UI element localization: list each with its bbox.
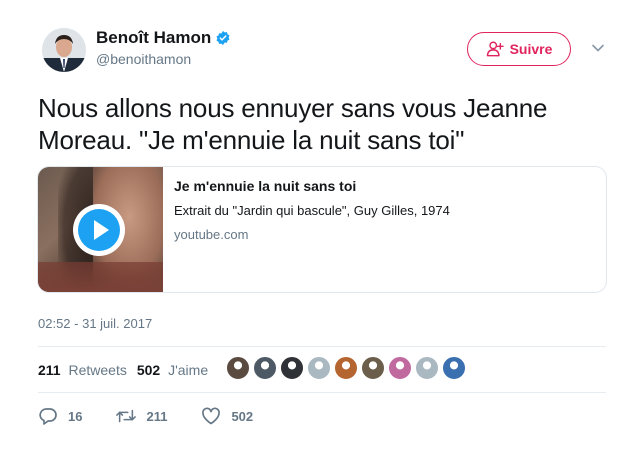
liker-avatar[interactable] (442, 356, 466, 380)
card-domain: youtube.com (174, 227, 249, 242)
tweet-text: Nous allons nous ennuyer sans vous Jeann… (38, 93, 548, 155)
play-icon[interactable] (71, 202, 127, 258)
card-thumbnail[interactable] (38, 167, 163, 292)
tweet-actions: 16 211 502 (38, 402, 287, 430)
author-avatar[interactable] (42, 28, 86, 72)
liker-avatar[interactable] (415, 356, 439, 380)
follow-person-icon (486, 41, 504, 57)
tweet-header: Benoît Hamon @benoithamon Suivre (40, 24, 614, 80)
retweets-count: 211 (38, 362, 61, 378)
author-name-row: Benoît Hamon (96, 28, 231, 48)
like-action[interactable]: 502 (201, 407, 253, 425)
follow-button-label: Suivre (509, 41, 553, 57)
likes-stat[interactable]: 502 J'aime (137, 362, 208, 378)
retweets-stat[interactable]: 211 Retweets (38, 362, 127, 378)
liker-avatar[interactable] (253, 356, 277, 380)
retweet-count: 211 (146, 408, 168, 424)
link-card[interactable]: Je m'ennuie la nuit sans toi Extrait du … (37, 166, 607, 293)
reply-icon (39, 408, 57, 425)
card-title: Je m'ennuie la nuit sans toi (174, 178, 357, 194)
liker-avatar[interactable] (307, 356, 331, 380)
liker-avatar[interactable] (388, 356, 412, 380)
thumbnail-bottom-shape (38, 262, 163, 292)
card-body: Je m'ennuie la nuit sans toi Extrait du … (174, 178, 594, 242)
likes-count: 502 (136, 362, 161, 378)
author-display-name[interactable]: Benoît Hamon (96, 28, 211, 48)
verified-badge-icon (216, 31, 230, 45)
liker-avatars (226, 356, 466, 380)
likes-label: J'aime (168, 362, 209, 378)
retweets-label: Retweets (68, 362, 127, 378)
like-icon (202, 407, 221, 425)
follow-button[interactable]: Suivre (467, 32, 571, 66)
reply-action[interactable]: 16 (38, 407, 82, 425)
retweet-action[interactable]: 211 (116, 407, 167, 425)
author-handle[interactable]: @benoithamon (96, 51, 231, 67)
reply-count: 16 (68, 408, 83, 424)
liker-avatar[interactable] (280, 356, 304, 380)
like-count: 502 (231, 408, 254, 424)
retweet-icon (116, 409, 137, 423)
liker-avatar[interactable] (361, 356, 385, 380)
tweet-timestamp[interactable]: 02:52 - 31 juil. 2017 (38, 316, 152, 331)
author-info: Benoît Hamon @benoithamon (96, 28, 231, 67)
divider (38, 346, 606, 347)
liker-avatar[interactable] (226, 356, 250, 380)
chevron-down-icon[interactable] (590, 40, 606, 56)
divider (38, 392, 606, 393)
tweet-stats: 211 Retweets 502 J'aime (38, 353, 218, 387)
liker-avatar[interactable] (334, 356, 358, 380)
card-description: Extrait du "Jardin qui bascule", Guy Gil… (174, 203, 450, 218)
